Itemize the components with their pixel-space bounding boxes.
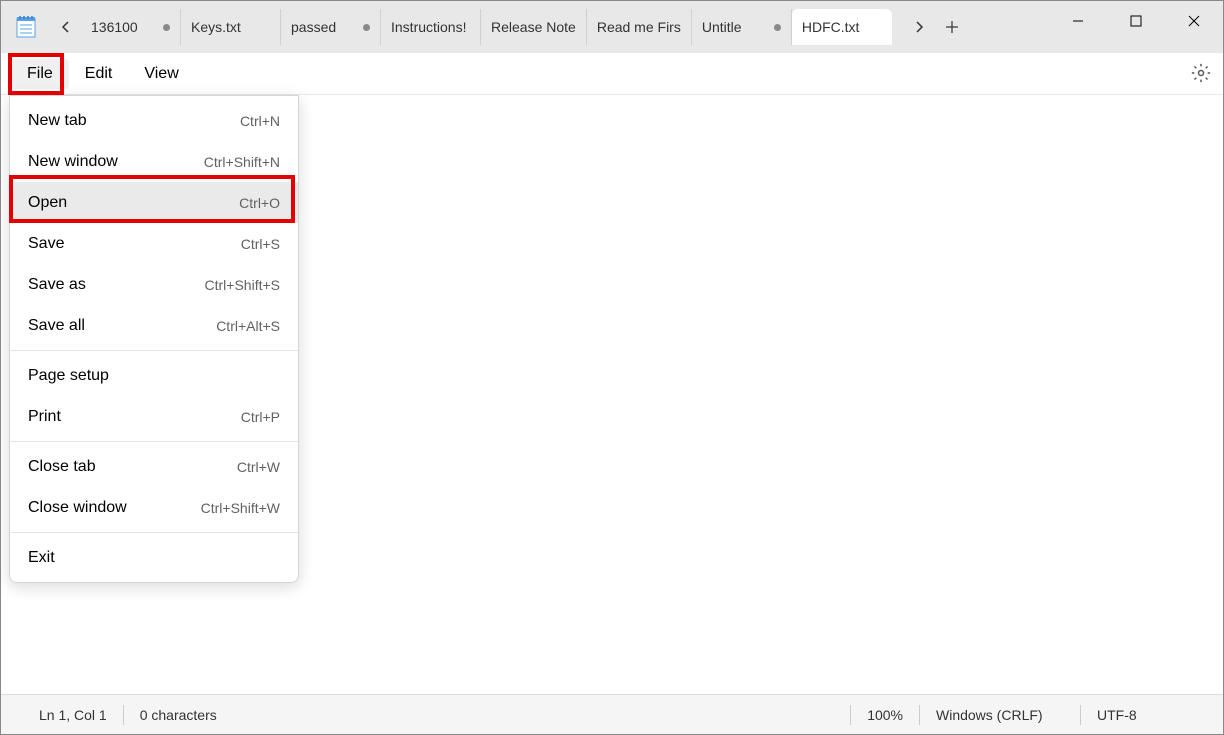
tab-label: Instructions! bbox=[391, 19, 470, 35]
add-tab-button[interactable] bbox=[934, 9, 970, 45]
menu-item-print[interactable]: Print Ctrl+P bbox=[10, 396, 298, 437]
tab[interactable]: Read me Firs bbox=[587, 9, 692, 45]
menu-item-shortcut: Ctrl+Shift+S bbox=[205, 277, 280, 293]
menu-item-label: New window bbox=[28, 153, 118, 171]
menu-separator bbox=[10, 532, 298, 533]
settings-icon[interactable] bbox=[1191, 63, 1211, 88]
menu-item-close-window[interactable]: Close window Ctrl+Shift+W bbox=[10, 487, 298, 528]
status-encoding[interactable]: UTF-8 bbox=[1081, 707, 1201, 723]
tab-label: Keys.txt bbox=[191, 19, 270, 35]
menu-item-shortcut: Ctrl+W bbox=[237, 459, 280, 475]
tab-label: Untitle bbox=[702, 19, 766, 35]
tab-scroll-left-icon[interactable] bbox=[51, 9, 81, 45]
menu-item-label: Exit bbox=[28, 549, 55, 567]
menu-bar: File Edit View bbox=[1, 53, 1223, 95]
menu-item-label: Print bbox=[28, 408, 61, 426]
menu-item-label: Close tab bbox=[28, 458, 96, 476]
menu-item-label: New tab bbox=[28, 112, 87, 130]
status-zoom[interactable]: 100% bbox=[851, 707, 919, 723]
tab[interactable]: Instructions! bbox=[381, 9, 481, 45]
menu-item-label: Save bbox=[28, 235, 64, 253]
menu-item-shortcut: Ctrl+N bbox=[240, 113, 280, 129]
tab-label: Read me Firs bbox=[597, 19, 681, 35]
notepad-app-icon bbox=[9, 9, 43, 45]
status-line-ending[interactable]: Windows (CRLF) bbox=[920, 707, 1080, 723]
menu-item-save-as[interactable]: Save as Ctrl+Shift+S bbox=[10, 264, 298, 305]
status-bar: Ln 1, Col 1 0 characters 100% Windows (C… bbox=[1, 694, 1223, 734]
maximize-button[interactable] bbox=[1107, 1, 1165, 41]
menu-item-shortcut: Ctrl+P bbox=[241, 409, 280, 425]
menu-item-label: Save all bbox=[28, 317, 85, 335]
menu-item-shortcut: Ctrl+Shift+N bbox=[204, 154, 280, 170]
menu-item-new-tab[interactable]: New tab Ctrl+N bbox=[10, 100, 298, 141]
tab-label: passed bbox=[291, 19, 355, 35]
modified-dot-icon bbox=[363, 24, 370, 31]
menu-item-shortcut: Ctrl+Shift+W bbox=[201, 500, 280, 516]
menu-item-open[interactable]: Open Ctrl+O bbox=[10, 182, 298, 223]
menu-item-label: Page setup bbox=[28, 367, 109, 385]
menu-edit[interactable]: Edit bbox=[69, 59, 129, 89]
menu-item-save-all[interactable]: Save all Ctrl+Alt+S bbox=[10, 305, 298, 346]
menu-item-exit[interactable]: Exit bbox=[10, 537, 298, 578]
close-button[interactable] bbox=[1165, 1, 1223, 41]
menu-separator bbox=[10, 441, 298, 442]
menu-item-shortcut: Ctrl+O bbox=[239, 195, 280, 211]
file-menu-dropdown: New tab Ctrl+N New window Ctrl+Shift+N Open C… bbox=[9, 95, 299, 583]
status-cursor-position: Ln 1, Col 1 bbox=[23, 707, 123, 723]
tab[interactable]: Keys.txt bbox=[181, 9, 281, 45]
status-char-count: 0 characters bbox=[124, 707, 233, 723]
menu-view[interactable]: View bbox=[128, 59, 194, 89]
tab[interactable]: HDFC.txt bbox=[792, 9, 892, 45]
menu-item-shortcut: Ctrl+Alt+S bbox=[216, 318, 280, 334]
menu-item-save[interactable]: Save Ctrl+S bbox=[10, 223, 298, 264]
tab-scroll-right-icon[interactable] bbox=[904, 9, 934, 45]
tab[interactable]: 136100 bbox=[81, 9, 181, 45]
window-controls bbox=[1049, 1, 1223, 49]
tab[interactable]: passed bbox=[281, 9, 381, 45]
menu-file[interactable]: File bbox=[11, 59, 69, 89]
menu-item-label: Open bbox=[28, 194, 67, 212]
menu-item-new-window[interactable]: New window Ctrl+Shift+N bbox=[10, 141, 298, 182]
tab[interactable]: Release Note bbox=[481, 9, 587, 45]
modified-dot-icon bbox=[163, 24, 170, 31]
menu-item-label: Save as bbox=[28, 276, 86, 294]
menu-item-label: Close window bbox=[28, 499, 127, 517]
tab-label: 136100 bbox=[91, 19, 155, 35]
tab-label: Release Note bbox=[491, 19, 576, 35]
tab[interactable]: Untitle bbox=[692, 9, 792, 45]
tab-label: HDFC.txt bbox=[802, 19, 882, 35]
minimize-button[interactable] bbox=[1049, 1, 1107, 41]
modified-dot-icon bbox=[774, 24, 781, 31]
menu-item-close-tab[interactable]: Close tab Ctrl+W bbox=[10, 446, 298, 487]
tab-bar: 136100 Keys.txt passed Instructions! Release… bbox=[1, 1, 1223, 53]
menu-item-page-setup[interactable]: Page setup bbox=[10, 355, 298, 396]
menu-separator bbox=[10, 350, 298, 351]
menu-item-shortcut: Ctrl+S bbox=[241, 236, 280, 252]
